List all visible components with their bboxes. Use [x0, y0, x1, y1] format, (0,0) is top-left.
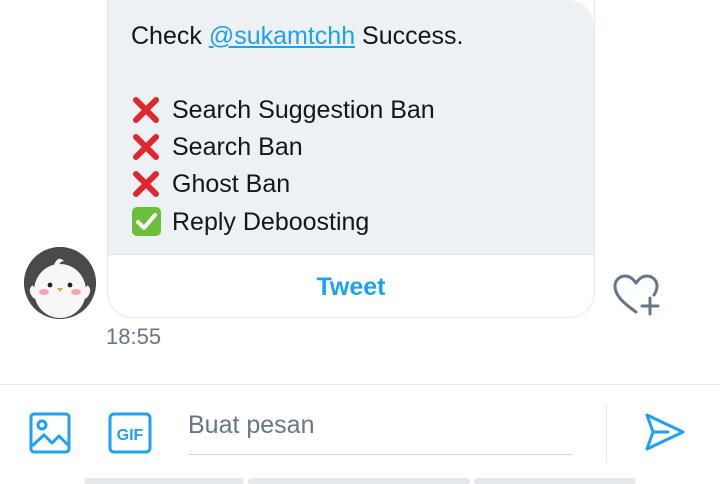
image-icon[interactable]: [29, 412, 71, 454]
cross-mark-icon: [133, 171, 159, 197]
composer-divider: [0, 384, 720, 385]
message-time: 18:55: [106, 324, 162, 349]
result-label: Search Suggestion Ban: [172, 96, 435, 124]
keyboard-suggestion-bar: [474, 478, 636, 484]
tweet-button[interactable]: Tweet: [108, 254, 594, 317]
result-row: Search Suggestion Ban: [131, 95, 435, 125]
result-row: Reply Deboosting: [131, 206, 369, 237]
keyboard-suggestion-bar: [248, 478, 470, 484]
avatar[interactable]: [24, 247, 96, 319]
message-input-placeholder: Buat pesan: [188, 411, 315, 439]
send-icon[interactable]: [644, 412, 686, 452]
composer-vertical-divider: [606, 404, 607, 462]
chick-avatar-icon: [24, 247, 96, 319]
result-label: Search Ban: [172, 133, 303, 161]
cross-mark-icon: [133, 97, 159, 123]
result-row: Search Ban: [131, 132, 303, 162]
result-label: Ghost Ban: [172, 170, 291, 198]
gif-label: GIF: [117, 427, 144, 444]
result-row: Ghost Ban: [131, 169, 290, 199]
message-body: Check @sukamtchh Success. Search Suggest…: [108, 0, 594, 254]
check-suffix: Success.: [362, 22, 464, 50]
check-line: Check @sukamtchh Success.: [131, 21, 463, 51]
cross-mark-icon: [133, 134, 159, 160]
result-label: Reply Deboosting: [172, 207, 370, 236]
keyboard-suggestion-bar: [84, 478, 244, 484]
gif-icon[interactable]: GIF: [108, 412, 152, 454]
heart-plus-icon[interactable]: [612, 272, 660, 318]
check-prefix: Check: [131, 22, 202, 50]
message-input[interactable]: Buat pesan: [188, 405, 573, 455]
check-mark-icon: [132, 207, 161, 236]
message-bubble: Check @sukamtchh Success. Search Suggest…: [107, 0, 595, 318]
mention-link[interactable]: @sukamtchh: [209, 21, 355, 51]
